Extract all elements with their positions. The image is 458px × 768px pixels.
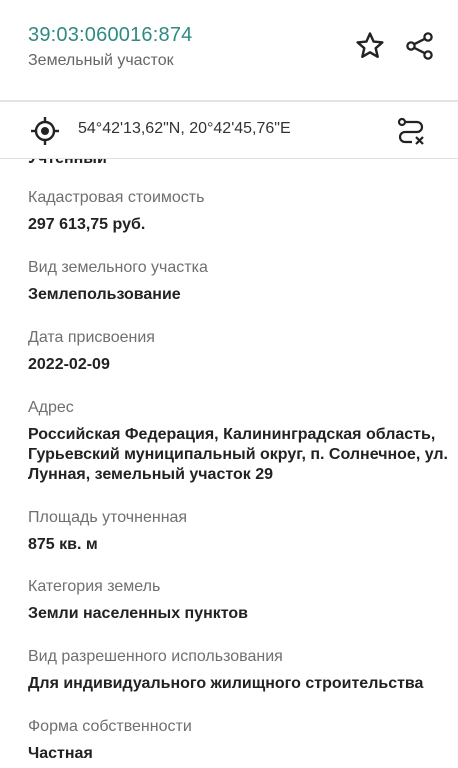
- field-ownership: Форма собственности Частная: [28, 716, 448, 764]
- app-header: 39:03:060016:874 Земельный участок: [0, 0, 458, 100]
- field-label: Форма собственности: [28, 718, 192, 735]
- field-value: Землепользование: [28, 286, 181, 303]
- object-type: Земельный участок: [28, 52, 174, 69]
- status-value: Учтенный: [28, 159, 107, 168]
- field-label: Адрес: [28, 399, 74, 416]
- field-value: Земли населенных пунктов: [28, 605, 249, 622]
- field-address: Адрес Российская Федерация, Калининградс…: [28, 397, 448, 485]
- field-permitted-use: Вид разрешенного использования Для индив…: [28, 646, 448, 694]
- crosshair-icon[interactable]: [30, 116, 60, 146]
- coordinates-text[interactable]: 54°42'13,62"N, 20°42'45,76"E: [78, 120, 291, 138]
- field-label: Кадастровая стоимость: [28, 189, 205, 206]
- field-land-kind: Вид земельного участка Землепользование: [28, 257, 448, 305]
- details-list[interactable]: Учтенный Кадастровая стоимость 297 613,7…: [0, 159, 458, 768]
- field-cadastral-value: Кадастровая стоимость 297 613,75 руб.: [28, 187, 448, 235]
- field-label: Вид земельного участка: [28, 259, 208, 276]
- field-value: Частная: [28, 745, 93, 762]
- field-label: Вид разрешенного использования: [28, 648, 283, 665]
- share-icon[interactable]: [404, 30, 436, 62]
- field-area: Площадь уточненная 875 кв. м: [28, 507, 448, 555]
- field-value: Для индивидуального жилищного строительс…: [28, 675, 424, 692]
- field-value: 875 кв. м: [28, 536, 98, 553]
- field-assign-date: Дата присвоения 2022-02-09: [28, 327, 448, 375]
- route-icon[interactable]: [396, 116, 426, 146]
- coordinates-bar[interactable]: 54°42'13,62"N, 20°42'45,76"E: [0, 102, 458, 159]
- field-label: Площадь уточненная: [28, 509, 188, 526]
- field-value: Российская Федерация, Калининградская об…: [28, 426, 448, 483]
- field-value: 297 613,75 руб.: [28, 216, 146, 233]
- cadastral-number[interactable]: 39:03:060016:874: [28, 24, 192, 47]
- field-land-category: Категория земель Земли населенных пункто…: [28, 576, 448, 624]
- field-value: 2022-02-09: [28, 356, 110, 373]
- field-label: Дата присвоения: [28, 329, 155, 346]
- star-icon[interactable]: [354, 30, 386, 62]
- field-label: Категория земель: [28, 578, 161, 595]
